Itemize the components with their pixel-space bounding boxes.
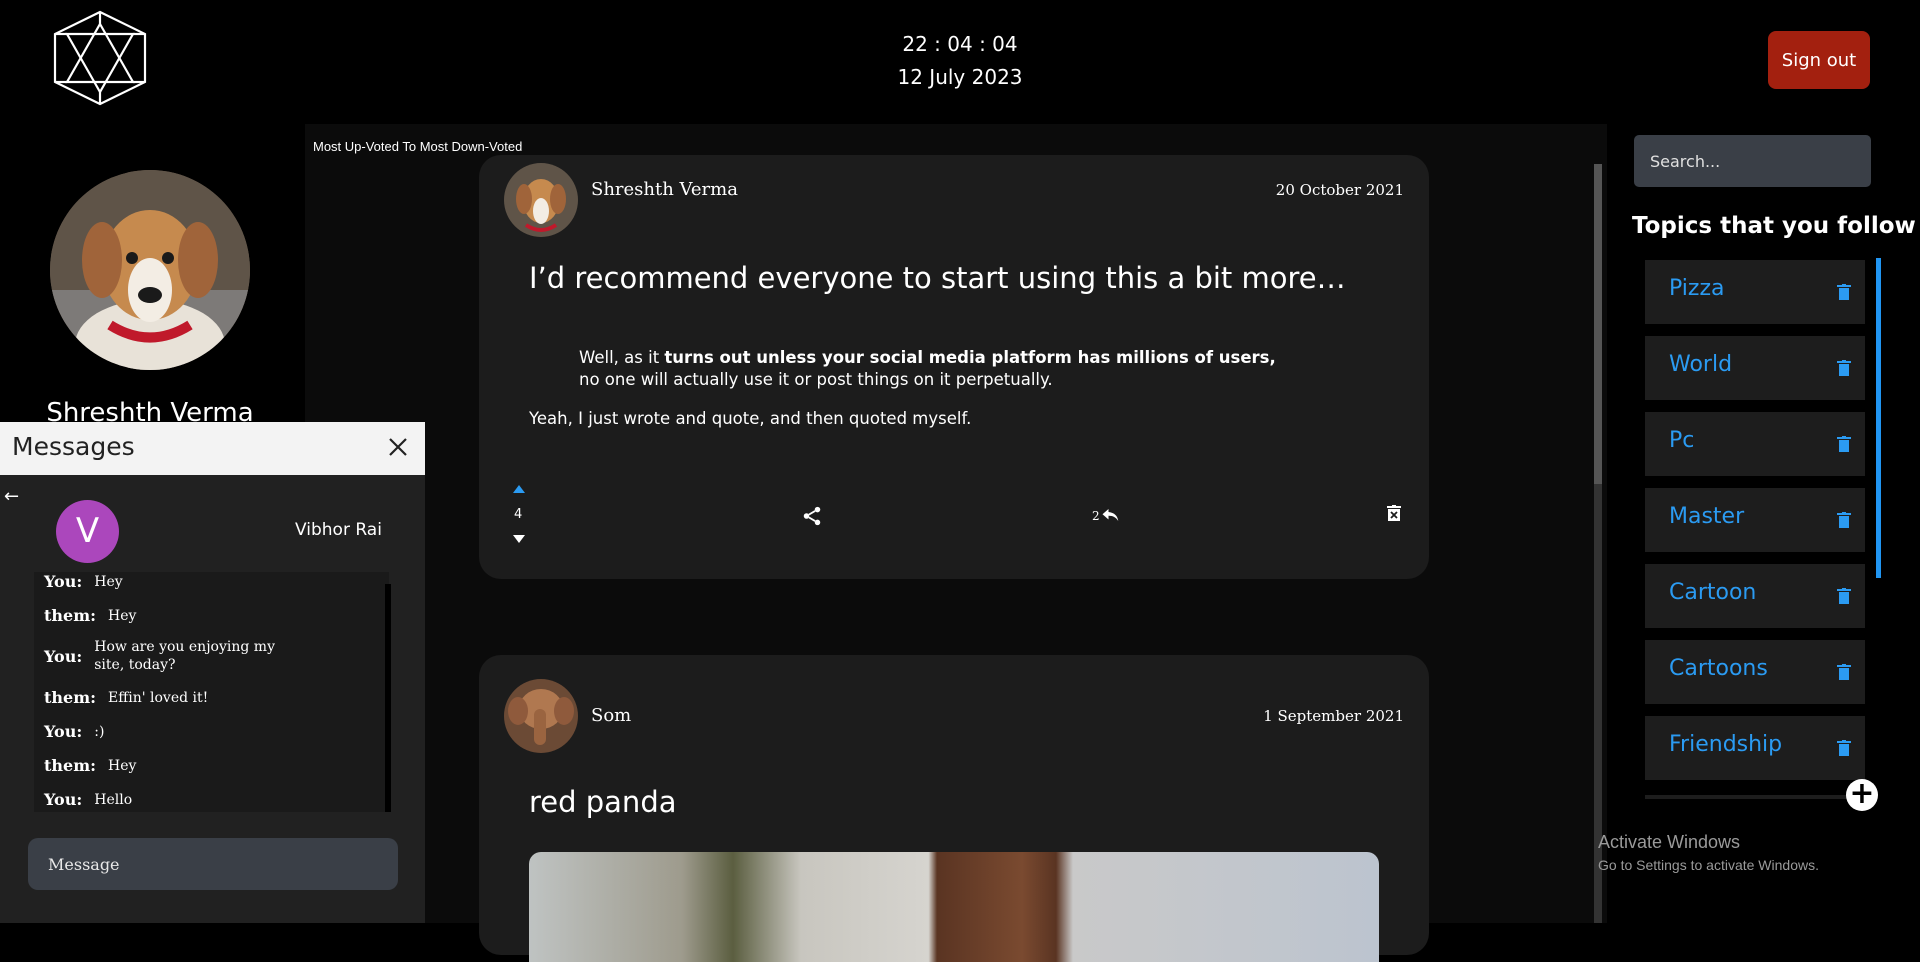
profile-avatar[interactable] — [50, 170, 250, 370]
back-arrow-icon[interactable]: ← — [4, 486, 19, 507]
chat-sender: You: — [44, 572, 83, 591]
chat-text: Effin' loved it! — [108, 689, 209, 706]
topics-heading: Topics that you follow — [1632, 213, 1916, 239]
topic-label[interactable]: Master — [1669, 504, 1744, 529]
trash-icon[interactable] — [1837, 436, 1851, 452]
topics-list-edge — [1645, 795, 1865, 799]
chat-sender: them: — [44, 606, 97, 625]
close-icon[interactable] — [385, 434, 411, 460]
chat-log: You: Hey them: Hey You: How are you enjo… — [34, 572, 389, 812]
chat-message: You: How are you enjoying my site, today… — [44, 638, 304, 674]
topics-scrollbar[interactable] — [1876, 258, 1881, 578]
trash-icon[interactable] — [1837, 588, 1851, 604]
chat-text: Hey — [108, 757, 137, 774]
chat-message: them: Hey — [44, 606, 318, 625]
topic-item[interactable]: Pc — [1645, 412, 1865, 476]
topic-label[interactable]: Pizza — [1669, 276, 1724, 301]
trash-icon[interactable] — [1837, 284, 1851, 300]
chat-message: You: :) — [44, 722, 304, 741]
post-author-name[interactable]: Som — [591, 705, 631, 726]
topic-item[interactable]: Friendship — [1645, 716, 1865, 780]
watermark-title: Activate Windows — [1598, 832, 1741, 852]
chat-sender: them: — [44, 688, 97, 707]
search-input[interactable] — [1634, 135, 1871, 187]
post-title[interactable]: I’d recommend everyone to start using th… — [529, 261, 1346, 295]
reply-count: 2 — [1092, 509, 1100, 523]
chat-text: How are you enjoying my site, today? — [94, 639, 275, 673]
chat-message: them: Hey — [44, 756, 318, 775]
post-date: 1 September 2021 — [1263, 707, 1404, 725]
topic-label[interactable]: Cartoon — [1669, 580, 1756, 605]
topic-item[interactable]: Pizza — [1645, 260, 1865, 324]
topics-list: Pizza World Pc Master Cartoon Cartoons F… — [1645, 260, 1865, 792]
dog-photo — [504, 163, 578, 237]
downvote-icon[interactable] — [513, 535, 525, 543]
chat-text: Hey — [94, 573, 123, 590]
contact-name: Vibhor Rai — [295, 520, 382, 540]
quote-text: no one will actually use it or post thin… — [579, 370, 1053, 389]
chat-sender: them: — [44, 756, 97, 775]
vote-count: 4 — [514, 507, 523, 522]
post-card: Shreshth Verma 20 October 2021 I’d recom… — [479, 155, 1429, 579]
chat-message: You: Hello — [44, 790, 304, 809]
reply-icon[interactable] — [1101, 507, 1119, 523]
chat-text: Hey — [108, 607, 137, 624]
delete-post-icon[interactable] — [1387, 505, 1401, 521]
chat-message: them: Effin' loved it! — [44, 688, 318, 707]
sort-dropdown[interactable]: Most Up-Voted To Most Down-Voted — [313, 139, 522, 154]
post-image[interactable] — [529, 852, 1379, 962]
topic-label[interactable]: Friendship — [1669, 732, 1782, 757]
post-author-avatar[interactable] — [504, 679, 578, 753]
topic-item[interactable]: Master — [1645, 488, 1865, 552]
messages-panel: Messages ← V Vibhor Rai You: Hey them: H… — [0, 422, 425, 923]
post-card: Som 1 September 2021 red panda — [479, 655, 1429, 962]
clock: 22 : 04 : 04 12 July 2023 — [860, 28, 1060, 94]
clock-time: 22 : 04 : 04 — [902, 32, 1018, 56]
chat-scrollbar[interactable] — [385, 584, 391, 812]
chat-sender: You: — [44, 790, 83, 809]
upvote-icon[interactable] — [513, 485, 525, 493]
contact-avatar[interactable]: V — [56, 500, 119, 563]
quote-bold-text: turns out unless your social media platf… — [664, 348, 1276, 367]
watermark-subtitle: Go to Settings to activate Windows. — [1598, 857, 1819, 873]
activate-windows-watermark: Activate Windows Go to Settings to activ… — [1598, 832, 1819, 873]
trash-icon[interactable] — [1837, 740, 1851, 756]
messages-title: Messages — [12, 432, 135, 461]
feed-scrollbar-thumb[interactable] — [1594, 164, 1602, 484]
chat-message: You: Hey — [44, 572, 304, 591]
chat-sender: You: — [44, 646, 83, 666]
sign-out-button[interactable]: Sign out — [1768, 31, 1870, 89]
message-input[interactable] — [28, 838, 398, 890]
elephant-sculpture-photo — [504, 679, 578, 753]
topic-item[interactable]: Cartoons — [1645, 640, 1865, 704]
post-date: 20 October 2021 — [1275, 181, 1404, 199]
quote-text: Well, as it — [579, 348, 665, 367]
chat-text: :) — [94, 723, 105, 740]
messages-header: Messages — [0, 422, 425, 475]
trash-icon[interactable] — [1837, 664, 1851, 680]
trash-icon[interactable] — [1837, 512, 1851, 528]
clock-date: 12 July 2023 — [897, 65, 1023, 89]
topic-item[interactable]: Cartoon — [1645, 564, 1865, 628]
trash-icon[interactable] — [1837, 360, 1851, 376]
site-logo[interactable] — [45, 10, 155, 106]
chat-text: Hello — [94, 791, 133, 808]
post-author-avatar[interactable] — [504, 163, 578, 237]
topic-item[interactable]: World — [1645, 336, 1865, 400]
post-author-name[interactable]: Shreshth Verma — [591, 179, 738, 200]
topic-label[interactable]: Pc — [1669, 428, 1694, 453]
post-blockquote: Well, as it turns out unless your social… — [579, 347, 1299, 391]
topic-label[interactable]: World — [1669, 352, 1732, 377]
post-title[interactable]: red panda — [529, 785, 677, 819]
post-body: Yeah, I just wrote and quote, and then q… — [529, 409, 972, 428]
share-icon[interactable] — [801, 505, 823, 527]
dog-photo — [50, 170, 250, 370]
add-topic-icon[interactable]: + — [1846, 779, 1878, 811]
chat-sender: You: — [44, 722, 83, 741]
topic-label[interactable]: Cartoons — [1669, 656, 1768, 681]
